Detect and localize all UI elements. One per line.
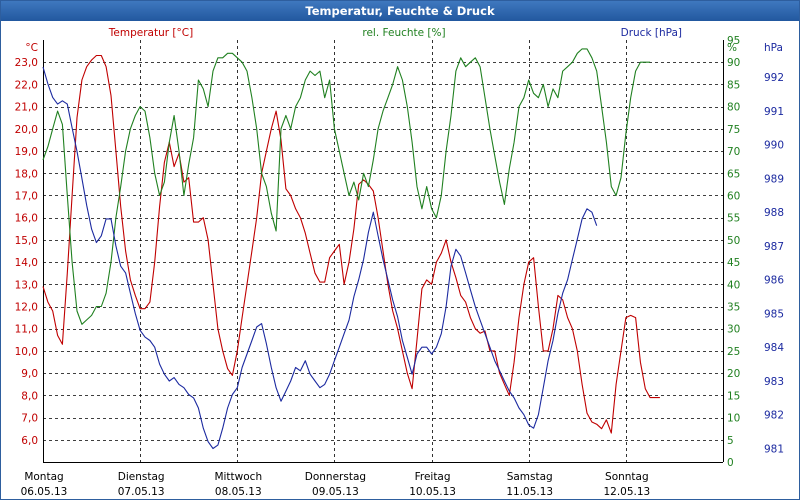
- temp-tick-label: 22,0: [15, 79, 38, 91]
- pressure-tick-label: 990: [764, 140, 784, 152]
- pressure-tick-label: 982: [764, 410, 784, 422]
- temp-tick-label: 6,0: [21, 435, 38, 447]
- temp-tick-label: 8,0: [21, 390, 38, 402]
- series-line-right_pressure: [42, 66, 598, 450]
- temp-tick-label: 14,0: [15, 257, 38, 269]
- temp-tick-label: 21,0: [15, 102, 38, 114]
- x-day-label: Sonntag: [605, 471, 649, 483]
- series-header-label: Temperatur [°C]: [108, 27, 193, 39]
- x-date-label: 12.05.13: [603, 486, 650, 498]
- humidity-unit-label: %: [727, 42, 737, 54]
- humidity-tick-label: 40: [727, 279, 740, 291]
- x-day-label: Donnerstag: [305, 471, 366, 483]
- pressure-unit-label: hPa: [764, 42, 783, 54]
- humidity-tick-label: 70: [727, 146, 740, 158]
- humidity-tick-label: 35: [727, 302, 740, 314]
- temp-unit-label: °C: [25, 42, 38, 54]
- pressure-tick-label: 991: [764, 106, 784, 118]
- temp-tick-label: 18,0: [15, 168, 38, 180]
- temp-tick-label: 10,0: [15, 346, 38, 358]
- humidity-tick-label: 0: [727, 457, 734, 469]
- temp-tick-label: 20,0: [15, 124, 38, 136]
- series-line-right_humidity: [42, 48, 651, 325]
- x-date-label: 07.05.13: [118, 486, 165, 498]
- pressure-tick-label: 981: [764, 443, 784, 455]
- temp-tick-label: 11,0: [15, 324, 38, 336]
- x-day-label: Mittwoch: [214, 471, 262, 483]
- humidity-tick-label: 50: [727, 235, 740, 247]
- temp-tick-label: 19,0: [15, 146, 38, 158]
- chart-window: Temperatur, Feuchte & Druck 6,0 7,0 8,0 9,0…: [0, 0, 800, 500]
- humidity-tick-label: 60: [727, 190, 740, 202]
- humidity-tick-label: 20: [727, 368, 740, 380]
- humidity-tick-label: 30: [727, 324, 740, 336]
- x-day-label: Samstag: [507, 471, 553, 483]
- humidity-tick-label: 90: [727, 57, 740, 69]
- humidity-tick-label: 15: [727, 390, 740, 402]
- series-header-label: rel. Feuchte [%]: [362, 27, 445, 39]
- pressure-tick-label: 985: [764, 308, 784, 320]
- series-layer: [42, 48, 660, 450]
- pressure-tick-label: 984: [764, 342, 784, 354]
- temp-tick-label: 12,0: [15, 302, 38, 314]
- x-day-label: Dienstag: [118, 471, 165, 483]
- humidity-tick-label: 55: [727, 213, 740, 225]
- temp-tick-label: 13,0: [15, 279, 38, 291]
- humidity-tick-label: 85: [727, 79, 740, 91]
- humidity-tick-label: 75: [727, 124, 740, 136]
- x-date-label: 10.05.13: [409, 486, 456, 498]
- series-line-left: [42, 54, 660, 434]
- pressure-tick-label: 983: [764, 376, 784, 388]
- pressure-tick-label: 992: [764, 72, 784, 84]
- temp-tick-label: 15,0: [15, 235, 38, 247]
- x-date-label: 08.05.13: [215, 486, 262, 498]
- temp-tick-label: 17,0: [15, 190, 38, 202]
- pressure-tick-label: 986: [764, 275, 784, 287]
- pressure-tick-label: 989: [764, 173, 784, 185]
- temp-tick-label: 23,0: [15, 57, 38, 69]
- humidity-tick-label: 10: [727, 413, 740, 425]
- x-date-label: 06.05.13: [21, 486, 68, 498]
- chart-svg: 6,0 7,0 8,0 9,0 10,0 11,0 12,0 13,0 14,0 15,0 16,0…: [15, 27, 785, 498]
- series-header-label: Druck [hPa]: [621, 27, 682, 39]
- x-date-label: 09.05.13: [312, 486, 359, 498]
- x-date-label: 11.05.13: [506, 486, 553, 498]
- temp-tick-label: 7,0: [21, 413, 38, 425]
- temp-tick-label: 16,0: [15, 213, 38, 225]
- temp-tick-label: 9,0: [21, 368, 38, 380]
- humidity-tick-label: 5: [727, 435, 734, 447]
- x-day-label: Montag: [24, 471, 63, 483]
- humidity-tick-label: 65: [727, 168, 740, 180]
- humidity-tick-label: 80: [727, 102, 740, 114]
- pressure-tick-label: 988: [764, 207, 784, 219]
- pressure-tick-label: 987: [764, 241, 784, 253]
- humidity-tick-label: 25: [727, 346, 740, 358]
- x-day-label: Freitag: [415, 471, 451, 483]
- humidity-tick-label: 45: [727, 257, 740, 269]
